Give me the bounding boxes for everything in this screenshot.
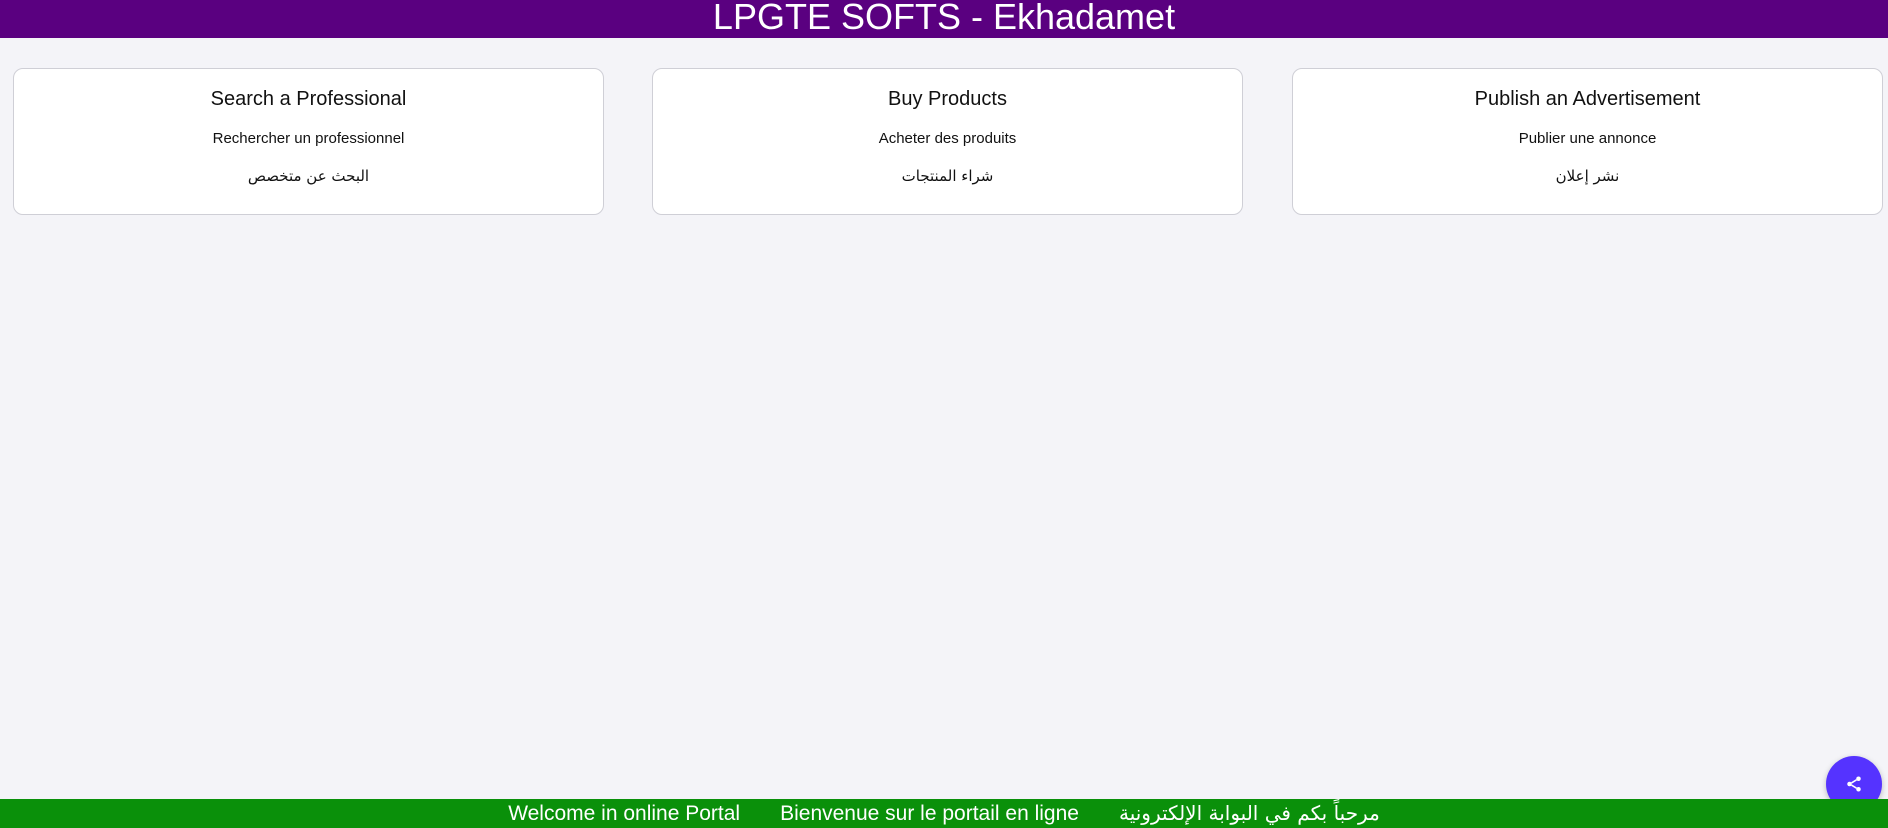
welcome-text-fr: Bienvenue sur le portail en ligne [780, 802, 1079, 825]
share-icon [1845, 775, 1863, 793]
search-professional-card[interactable]: Search a Professional Rechercher un prof… [13, 68, 604, 215]
welcome-banner: Welcome in online Portal Bienvenue sur l… [0, 799, 1888, 828]
card-title: Buy Products [888, 88, 1007, 110]
card-subtitle-ar: نشر إعلان [1555, 167, 1620, 185]
card-subtitle-fr: Publier une annonce [1518, 130, 1657, 147]
card-subtitle-ar: البحث عن متخصص [247, 167, 370, 185]
service-cards: Search a Professional Rechercher un prof… [13, 68, 1886, 217]
buy-products-card[interactable]: Buy Products Acheter des produits شراء ا… [652, 68, 1243, 215]
card-title: Publish an Advertisement [1474, 88, 1701, 110]
card-subtitle-fr: Rechercher un professionnel [212, 130, 405, 147]
app-header: LPGTE SOFTS - Ekhadamet [0, 0, 1888, 38]
publish-advertisement-card[interactable]: Publish an Advertisement Publier une ann… [1292, 68, 1883, 215]
card-subtitle-ar: شراء المنتجات [901, 167, 994, 185]
welcome-text-ar: مرحباً بكم في البوابة الإلكترونية [1118, 801, 1380, 825]
card-subtitle-fr: Acheter des produits [878, 130, 1017, 147]
welcome-text-en: Welcome in online Portal [508, 802, 741, 825]
card-title: Search a Professional [210, 88, 407, 110]
page-title: LPGTE SOFTS - Ekhadamet [712, 0, 1176, 37]
